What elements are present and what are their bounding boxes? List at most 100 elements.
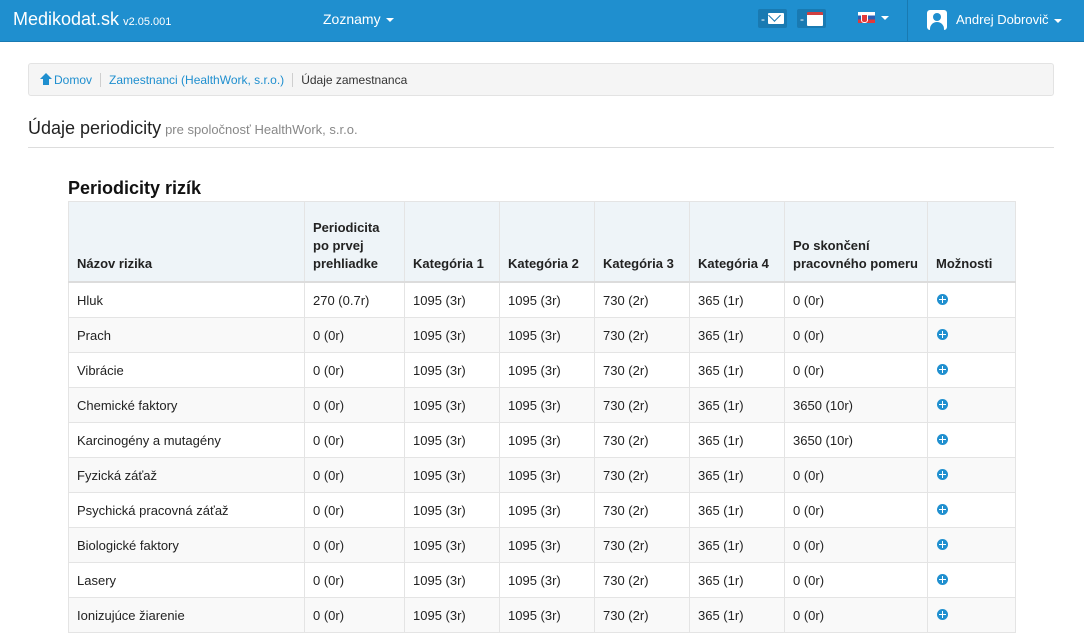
cell-cat2: 1095 (3r) [499, 527, 595, 563]
cell-options [927, 492, 1016, 528]
header-after-employment: Po skončení pracovného pomeru [784, 201, 928, 283]
cell-first: 0 (0r) [304, 387, 405, 423]
user-chevron-down-icon [1053, 18, 1062, 23]
add-icon[interactable] [937, 608, 948, 620]
cell-options [927, 317, 1016, 353]
cell-risk-name: Fyzická záťaž [68, 457, 305, 493]
cell-cat4: 365 (1r) [689, 457, 785, 493]
table-row: Lasery 0 (0r) 1095 (3r) 1095 (3r) 730 (2r) 36… [68, 562, 1016, 598]
cell-cat2: 1095 (3r) [499, 352, 595, 388]
cell-after: 0 (0r) [784, 597, 928, 633]
chevron-down-icon [385, 18, 394, 23]
cell-options [927, 562, 1016, 598]
cell-first: 0 (0r) [304, 457, 405, 493]
cell-cat4: 365 (1r) [689, 281, 785, 318]
messages-button[interactable]: - [758, 9, 787, 28]
cell-cat4: 365 (1r) [689, 562, 785, 598]
section-title: Periodicity rizík [68, 178, 202, 198]
cell-options [927, 527, 1016, 563]
cell-cat3: 730 (2r) [594, 457, 690, 493]
cell-risk-name: Prach [68, 317, 305, 353]
cell-options [927, 387, 1016, 423]
cell-cat1: 1095 (3r) [404, 562, 500, 598]
table-row: Vibrácie 0 (0r) 1095 (3r) 1095 (3r) 730 (2r)… [68, 352, 1016, 388]
calendar-button[interactable]: - [797, 9, 826, 28]
cell-cat3: 730 (2r) [594, 492, 690, 528]
cell-cat3: 730 (2r) [594, 597, 690, 633]
page-subtitle: pre spoločnosť HealthWork, s.r.o. [165, 122, 358, 137]
brand-name[interactable]: Medikodat.sk [13, 9, 119, 29]
cell-options [927, 457, 1016, 493]
breadcrumb-home-link[interactable]: Domov [54, 73, 92, 87]
cell-first: 0 (0r) [304, 352, 405, 388]
cell-after: 3650 (10r) [784, 387, 928, 423]
cell-cat1: 1095 (3r) [404, 457, 500, 493]
add-icon[interactable] [937, 468, 948, 480]
user-icon[interactable] [927, 10, 947, 30]
add-icon[interactable] [937, 398, 948, 410]
cell-cat2: 1095 (3r) [499, 387, 595, 423]
cell-cat1: 1095 (3r) [404, 352, 500, 388]
table-header-row: Názov rizika Periodicita po prvej prehli… [68, 201, 1016, 283]
table-row: Biologické faktory 0 (0r) 1095 (3r) 1095 (3… [68, 527, 1016, 563]
cell-first: 0 (0r) [304, 422, 405, 458]
home-icon[interactable] [40, 72, 52, 85]
table-row: Ionizujúce žiarenie 0 (0r) 1095 (3r) 1095 (… [68, 597, 1016, 633]
breadcrumb-employees-link[interactable]: Zamestnanci (HealthWork, s.r.o.) [109, 73, 284, 87]
cell-first: 0 (0r) [304, 597, 405, 633]
add-icon[interactable] [937, 363, 948, 375]
cell-cat2: 1095 (3r) [499, 281, 595, 318]
cell-cat1: 1095 (3r) [404, 281, 500, 318]
header-category-4: Kategória 4 [689, 201, 785, 283]
cell-after: 0 (0r) [784, 317, 928, 353]
cell-after: 0 (0r) [784, 281, 928, 318]
cell-cat3: 730 (2r) [594, 317, 690, 353]
user-menu[interactable]: Andrej Dobrovič [956, 12, 1062, 27]
cell-cat2: 1095 (3r) [499, 492, 595, 528]
slovak-flag-icon[interactable] [858, 12, 875, 23]
cell-first: 0 (0r) [304, 527, 405, 563]
cell-options [927, 422, 1016, 458]
breadcrumb: Domov Zamestnanci (HealthWork, s.r.o.) Ú… [28, 63, 1054, 96]
lists-menu-label[interactable]: Zoznamy [323, 11, 381, 27]
cell-cat4: 365 (1r) [689, 527, 785, 563]
cell-after: 3650 (10r) [784, 422, 928, 458]
cell-cat4: 365 (1r) [689, 597, 785, 633]
header-category-1: Kategória 1 [404, 201, 500, 283]
cell-risk-name: Ionizujúce žiarenie [68, 597, 305, 633]
add-icon[interactable] [937, 328, 948, 340]
cell-cat2: 1095 (3r) [499, 597, 595, 633]
user-name[interactable]: Andrej Dobrovič [956, 12, 1049, 27]
calendar-icon [807, 11, 823, 26]
cell-first: 0 (0r) [304, 562, 405, 598]
page-header: Údaje periodicity pre spoločnosť HealthWo… [28, 118, 1054, 148]
cell-cat4: 365 (1r) [689, 387, 785, 423]
cell-risk-name: Hluk [68, 281, 305, 318]
add-icon[interactable] [937, 538, 948, 550]
cell-risk-name: Karcinogény a mutagény [68, 422, 305, 458]
cell-risk-name: Lasery [68, 562, 305, 598]
cell-cat4: 365 (1r) [689, 352, 785, 388]
cell-cat1: 1095 (3r) [404, 597, 500, 633]
messages-count: - [761, 11, 765, 26]
add-icon[interactable] [937, 503, 948, 515]
cell-cat3: 730 (2r) [594, 352, 690, 388]
add-icon[interactable] [937, 433, 948, 445]
language-chevron-down-icon[interactable] [881, 16, 889, 20]
cell-cat1: 1095 (3r) [404, 527, 500, 563]
add-icon[interactable] [937, 293, 948, 305]
table-row: Fyzická záťaž 0 (0r) 1095 (3r) 1095 (3r) 730… [68, 457, 1016, 493]
table-row: Hluk 270 (0.7r) 1095 (3r) 1095 (3r) 730 (2r)… [68, 281, 1016, 318]
add-icon[interactable] [937, 573, 948, 585]
cell-cat3: 730 (2r) [594, 562, 690, 598]
cell-cat4: 365 (1r) [689, 422, 785, 458]
cell-risk-name: Psychická pracovná záťaž [68, 492, 305, 528]
brand[interactable]: Medikodat.sk v2.05.001 [13, 9, 171, 30]
cell-cat1: 1095 (3r) [404, 422, 500, 458]
lists-menu[interactable]: Zoznamy [323, 11, 394, 27]
header-first-periodicity: Periodicita po prvej prehliadke [304, 201, 405, 283]
cell-cat1: 1095 (3r) [404, 317, 500, 353]
cell-after: 0 (0r) [784, 492, 928, 528]
cell-after: 0 (0r) [784, 352, 928, 388]
calendar-count: - [800, 11, 804, 26]
